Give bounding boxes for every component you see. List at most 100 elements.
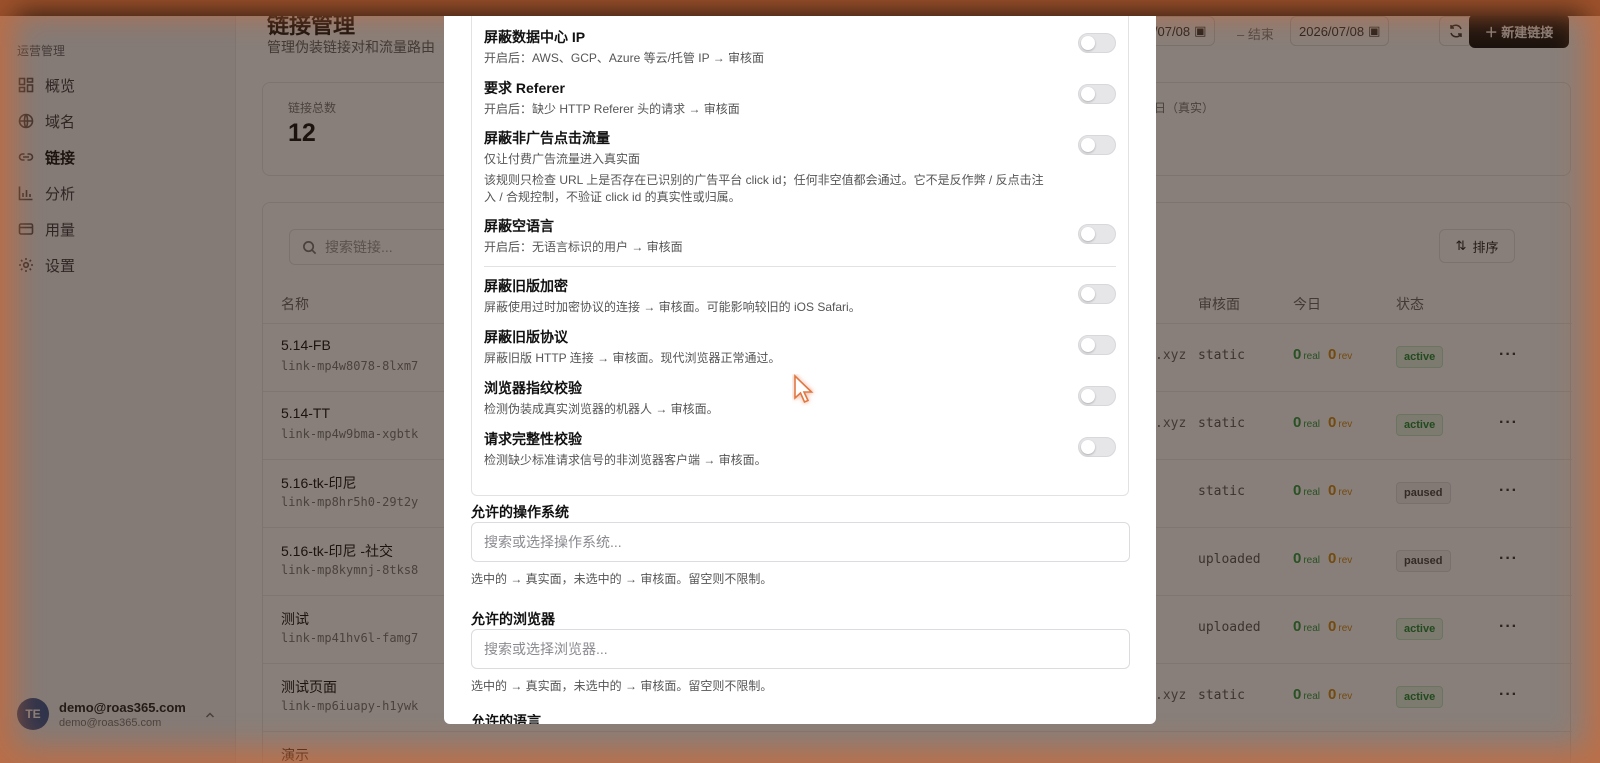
sidebar-item-label: 域名: [45, 113, 76, 131]
rule-description: 屏蔽旧版 HTTP 连接 → 审核面。现代浏览器正常通过。: [484, 351, 781, 365]
link-slug: link-mp6iuapy-h1ywk: [281, 699, 419, 713]
rule-title: 屏蔽非广告点击流量: [484, 130, 610, 146]
review-mode: static: [1198, 416, 1245, 431]
link-slug: link-mp4w9bma-xgbtk: [281, 427, 419, 441]
more-options-icon[interactable]: ···: [1499, 346, 1518, 364]
review-mode: static: [1198, 688, 1245, 703]
rule-block-request-integrity: 请求完整性校验 检测缺少标准请求信号的非浏览器客户端 → 审核面。: [484, 429, 1124, 469]
rules-divider: [484, 266, 1116, 267]
link-icon: [18, 153, 34, 161]
sidebar-section-title: 运营管理: [17, 44, 66, 58]
chevron-up-icon[interactable]: [205, 710, 215, 720]
sidebar-item-label: 用量: [45, 221, 76, 239]
search-icon: [303, 240, 317, 254]
status-badge: paused: [1396, 482, 1451, 504]
rule-title: 屏蔽空语言: [484, 218, 554, 234]
page-subtitle: 管理伪装链接对和流量路由: [267, 39, 435, 55]
link-name: 5.14-FB: [281, 337, 331, 353]
user-email: demo@roas365.com: [59, 716, 162, 729]
date-end-input[interactable]: 2026/07/08 ▣: [1290, 16, 1390, 46]
more-options-icon[interactable]: ···: [1499, 414, 1518, 432]
rule-block-legacy-protocol: 屏蔽旧版协议 屏蔽旧版 HTTP 连接 → 审核面。现代浏览器正常通过。: [484, 327, 1124, 367]
rule-description: 屏蔽使用过时加密协议的连接 → 审核面。可能影响较旧的 iOS Safari。: [484, 300, 861, 314]
calendar-icon: ▣: [1368, 23, 1381, 38]
more-options-icon[interactable]: ···: [1499, 618, 1518, 636]
new-link-button[interactable]: ＋ 新建链接: [1469, 16, 1569, 48]
sidebar-item-analytics[interactable]: 分析: [8, 176, 228, 210]
status-badge: paused: [1396, 550, 1451, 572]
sidebar-item-settings[interactable]: 设置: [8, 248, 228, 282]
column-header-name[interactable]: 名称: [281, 294, 309, 314]
toggle-require-referer[interactable]: [1078, 84, 1116, 104]
rule-block-non-ad-traffic: 屏蔽非广告点击流量 仅让付费广告流量进入真实面 该规则只检查 URL 上是否存在…: [484, 128, 1124, 206]
column-header-status[interactable]: 状态: [1396, 294, 1424, 314]
date-end-value: 2026/07/08: [1299, 23, 1365, 39]
globe-icon: [18, 113, 34, 129]
refresh-button[interactable]: [1439, 16, 1473, 46]
more-options-icon[interactable]: ···: [1499, 482, 1518, 500]
user-menu[interactable]: TE demo@roas365.com demo@roas365.com: [17, 698, 186, 730]
today-counts: 0 real 0 rev: [1293, 550, 1353, 567]
status-badge: active: [1396, 414, 1444, 436]
sidebar-item-overview[interactable]: 概览: [8, 68, 228, 102]
today-counts: 0 real 0 rev: [1293, 482, 1353, 499]
refresh-icon: [1450, 24, 1462, 38]
sort-button[interactable]: ⇅ 排序: [1439, 229, 1515, 263]
table-row[interactable]: 演示: [263, 731, 1572, 763]
rule-description: 开启后：无语言标识的用户 → 审核面: [484, 240, 683, 254]
sidebar-item-label: 链接: [45, 149, 76, 167]
toggle-legacy-encryption[interactable]: [1078, 284, 1116, 304]
rule-note: 该规则只检查 URL 上是否存在已识别的广告平台 click id；任何非空值都…: [484, 173, 1044, 204]
toggle-empty-language[interactable]: [1078, 224, 1116, 244]
column-header-today[interactable]: 今日: [1293, 294, 1321, 314]
link-slug: link-mp8hr5h0-29t2y: [281, 495, 419, 509]
stat-value: 12: [288, 119, 316, 147]
language-field-label: 允许的语言: [471, 714, 541, 724]
os-select-input[interactable]: 搜索或选择操作系统...: [471, 522, 1130, 562]
stat-label: 链接总数: [288, 101, 337, 115]
sidebar: 运营管理 概览 域名 链接 分析 用量 设置 TE demo@roas365.c…: [0, 16, 236, 763]
user-name: demo@roas365.com: [59, 699, 186, 715]
sidebar-item-label: 概览: [45, 77, 76, 95]
link-name: 5.14-TT: [281, 405, 331, 421]
rule-title: 屏蔽旧版加密: [484, 278, 568, 294]
rule-title: 屏蔽数据中心 IP: [484, 29, 586, 45]
review-mode: uploaded: [1198, 552, 1261, 567]
search-placeholder: 搜索链接...: [325, 239, 393, 255]
stat-card-today: 今日（真实） 0: [1116, 82, 1571, 176]
link-name: 测试: [281, 611, 309, 627]
toggle-datacenter-ip[interactable]: [1078, 33, 1116, 53]
review-mode: uploaded: [1198, 620, 1261, 635]
more-options-icon[interactable]: ···: [1499, 550, 1518, 568]
toggle-legacy-protocol[interactable]: [1078, 335, 1116, 355]
sidebar-item-usage[interactable]: 用量: [8, 212, 228, 246]
status-badge: active: [1396, 346, 1444, 368]
toggle-non-ad-traffic[interactable]: [1078, 135, 1116, 155]
card-icon: [18, 223, 34, 235]
sidebar-item-domains[interactable]: 域名: [8, 104, 228, 138]
sort-label: 排序: [1472, 239, 1499, 255]
link-slug: link-mp4w8078-8lxm7: [281, 359, 419, 373]
grid-icon: [18, 77, 34, 93]
column-header-review[interactable]: 审核面: [1198, 294, 1240, 314]
rule-description: 开启后：缺少 HTTP Referer 头的请求 → 审核面: [484, 102, 740, 116]
toggle-request-integrity[interactable]: [1078, 437, 1116, 457]
rule-block-datacenter-ip: 屏蔽数据中心 IP 开启后：AWS、GCP、Azure 等云/托管 IP → 审…: [484, 27, 1124, 67]
link-slug: link-mp8kymnj-8tks8: [281, 563, 419, 577]
sidebar-item-links[interactable]: 链接: [8, 140, 228, 174]
rule-title: 要求 Referer: [484, 80, 565, 96]
search-input[interactable]: 搜索链接...: [289, 229, 449, 265]
os-field-help: 选中的 → 真实面，未选中的 → 审核面。留空则不限制。: [471, 572, 773, 586]
link-name: 演示: [281, 747, 309, 763]
mouse-cursor-icon: [794, 374, 814, 404]
avatar: TE: [17, 698, 49, 730]
rule-block-legacy-encryption: 屏蔽旧版加密 屏蔽使用过时加密协议的连接 → 审核面。可能影响较旧的 iOS S…: [484, 276, 1124, 316]
more-options-icon[interactable]: ···: [1499, 686, 1518, 704]
today-counts: 0 real 0 rev: [1293, 618, 1353, 635]
os-field-label: 允许的操作系统: [471, 504, 569, 520]
status-badge: active: [1396, 618, 1444, 640]
rule-description: 检测缺少标准请求信号的非浏览器客户端 → 审核面。: [484, 453, 767, 467]
toggle-browser-fingerprint[interactable]: [1078, 386, 1116, 406]
browser-select-input[interactable]: 搜索或选择浏览器...: [471, 629, 1130, 669]
calendar-icon: ▣: [1194, 23, 1207, 38]
